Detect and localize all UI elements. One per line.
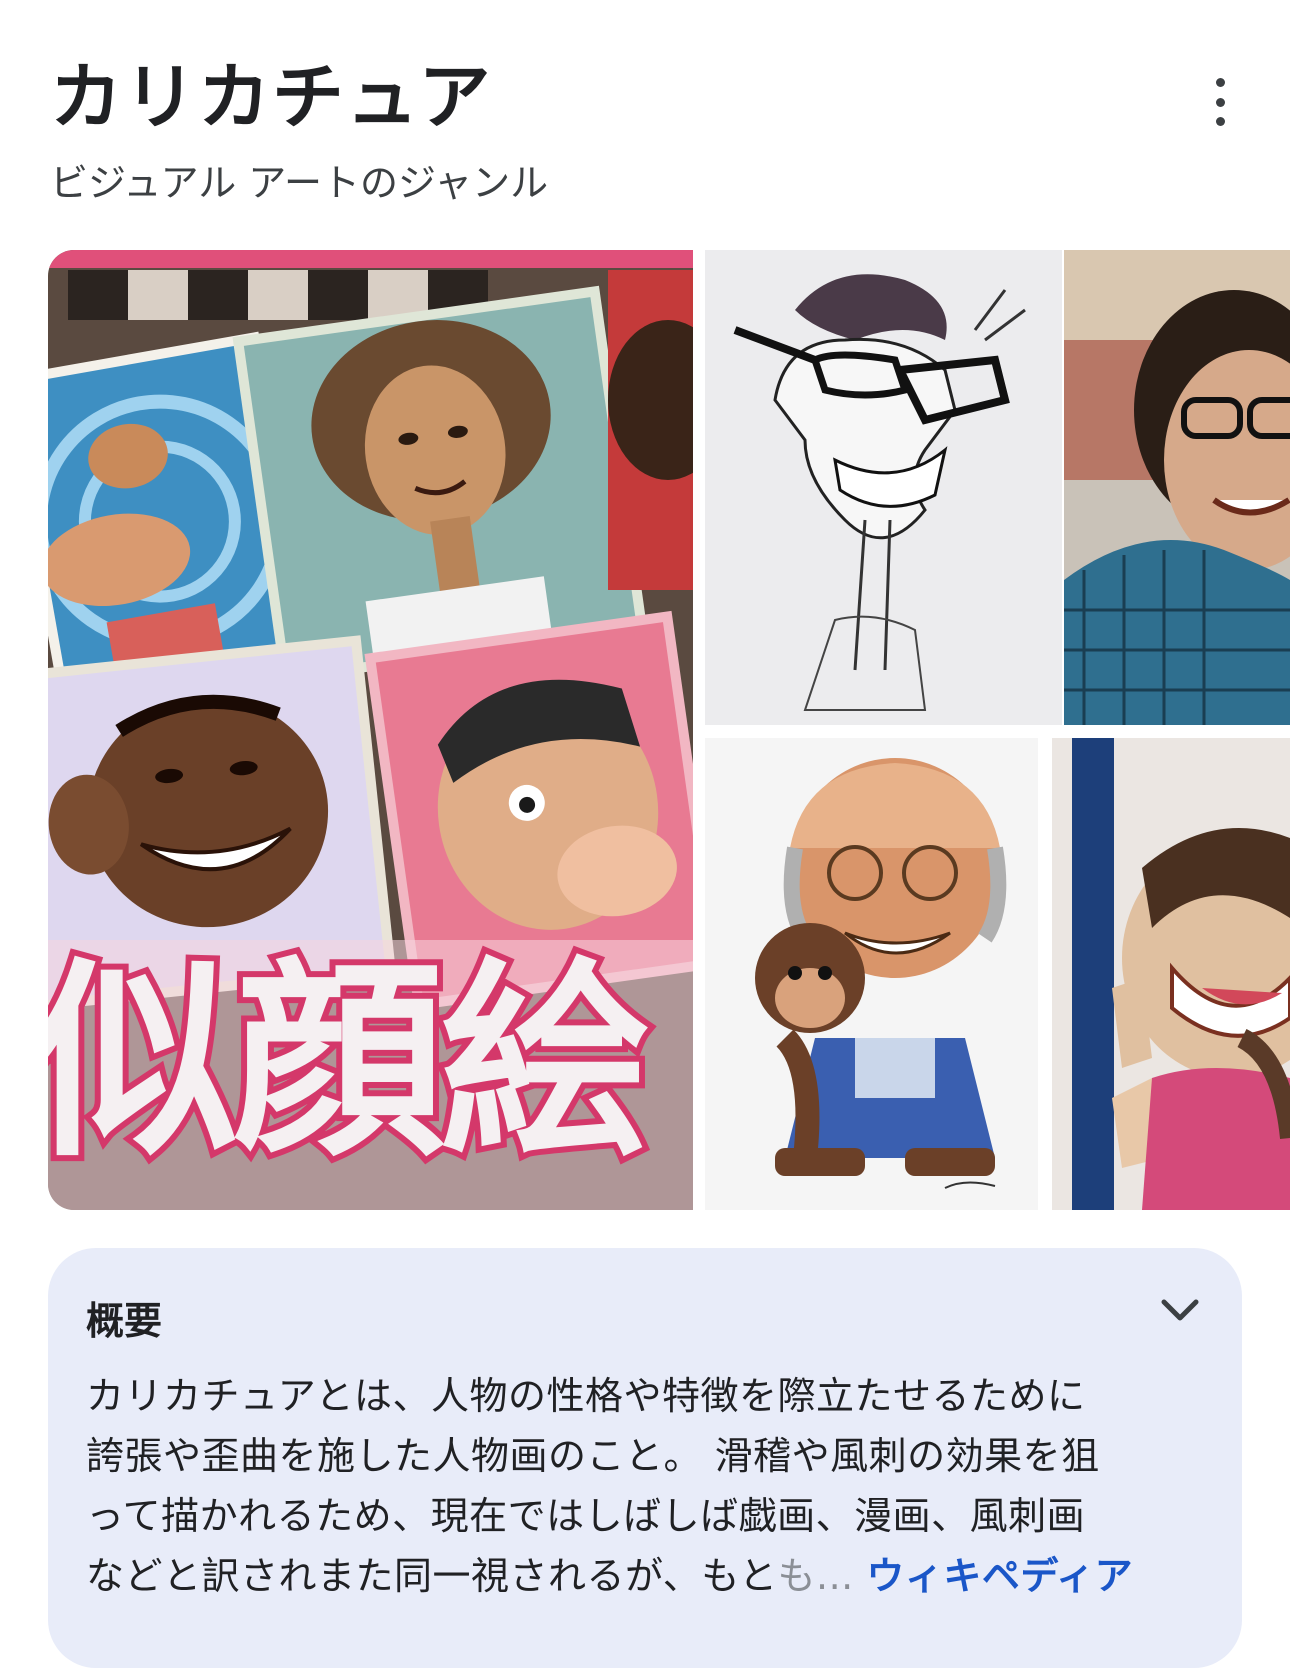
gallery-image-chimp-caricature[interactable] xyxy=(705,738,1038,1210)
caricature-collage-image: 似顔絵 xyxy=(48,250,693,1210)
overlay-text: 似顔絵 xyxy=(48,938,648,1185)
description-line-last: などと訳されまた同一視されるが、もとも... ウィキペディア xyxy=(86,1546,1216,1606)
pen-sketch-image xyxy=(705,250,1062,725)
more-options-button[interactable] xyxy=(1200,78,1240,126)
description-faded: も... xyxy=(777,1554,854,1598)
overview-card: 概要 カリカチュアとは、人物の性格や特徴を際立たせるために 誇張や歪曲を施した人… xyxy=(48,1248,1242,1668)
entity-subtitle: ビジュアル アートのジャンル xyxy=(50,161,549,205)
overview-description: カリカチュアとは、人物の性格や特徴を際立たせるために 誇張や歪曲を施した人物画の… xyxy=(86,1366,1216,1606)
description-line: カリカチュアとは、人物の性格や特徴を際立たせるために xyxy=(86,1374,1086,1418)
gallery-image-woman-caricature[interactable] xyxy=(1052,738,1290,1210)
gallery-image-main[interactable]: 似顔絵 xyxy=(48,250,693,1210)
artist-photo-image xyxy=(1064,250,1290,725)
entity-title: カリカチュア xyxy=(50,55,493,139)
wikipedia-link[interactable]: ウィキペディア xyxy=(866,1554,1133,1598)
description-line: って描かれるため、現在ではしばしば戯画、漫画、風刺画 xyxy=(86,1494,1086,1538)
overview-heading: 概要 xyxy=(86,1299,163,1343)
gallery-image-artist-photo[interactable] xyxy=(1064,250,1290,725)
image-gallery: 似顔絵 xyxy=(48,250,1290,1210)
woman-caricature-image xyxy=(1052,738,1290,1210)
description-line: 誇張や歪曲を施した人物画のこと。 滑稽や風刺の効果を狙 xyxy=(86,1434,1100,1478)
description-tail: などと訳されまた同一視されるが、もと xyxy=(86,1554,778,1598)
gallery-image-sketch[interactable] xyxy=(705,250,1062,725)
chimp-caricature-image xyxy=(705,738,1038,1210)
chevron-down-icon[interactable] xyxy=(1158,1292,1202,1326)
more-vert-icon xyxy=(1215,78,1225,87)
